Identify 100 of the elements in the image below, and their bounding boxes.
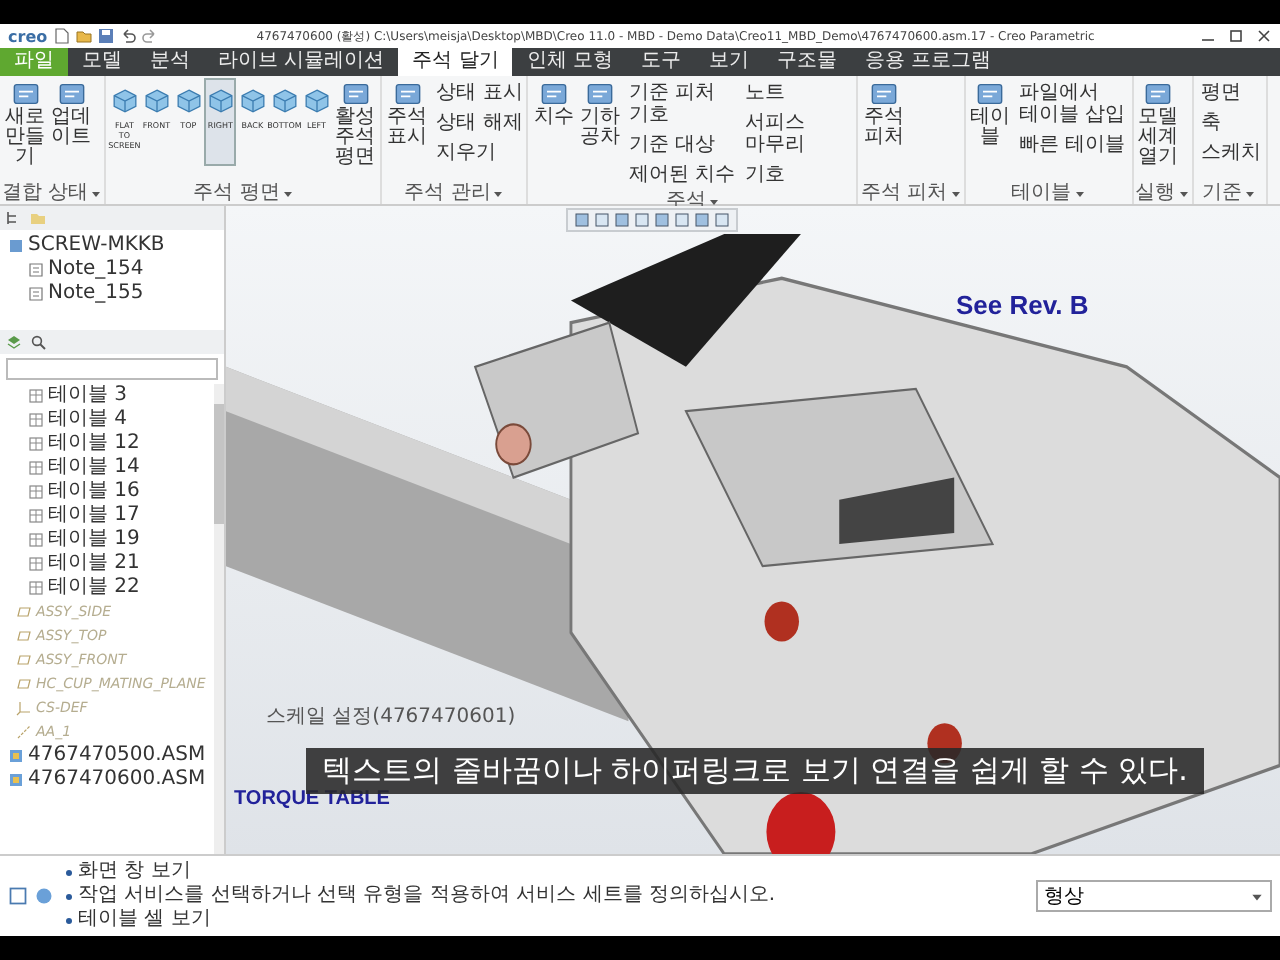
note-icon <box>28 262 44 278</box>
video-subtitle: 텍스트의 줄바꿈이나 하이퍼링크로 보기 연결을 쉽게 할 수 있다. <box>306 748 1204 794</box>
ribbon-button[interactable]: 테이블 <box>967 78 1014 150</box>
note-icon <box>28 286 44 302</box>
ribbon-small-button[interactable]: 평면 <box>1195 78 1264 108</box>
close-icon[interactable] <box>1256 28 1272 44</box>
caret-icon[interactable] <box>1244 187 1257 199</box>
tree-item[interactable]: 테이블 16 <box>0 480 214 504</box>
cube-icon <box>303 88 330 114</box>
ribbon-small-button[interactable]: 기호 <box>738 160 855 190</box>
bullet-icon <box>66 893 72 899</box>
ribbon-small-button[interactable]: 빠른 테이블 <box>1013 130 1130 160</box>
tree-item[interactable]: 테이블 21 <box>0 552 214 576</box>
part-icon <box>8 238 24 254</box>
bullet-icon <box>66 869 72 875</box>
ribbon-small-button[interactable]: 상태 해제 <box>430 108 525 138</box>
caret-icon[interactable] <box>281 187 294 199</box>
axis-icon <box>16 724 32 740</box>
ribbon-tab[interactable]: 응용 프로그램 <box>851 48 1006 76</box>
table-icon <box>28 556 44 572</box>
tree-item[interactable]: 테이블 19 <box>0 528 214 552</box>
ribbon-button[interactable]: 주석 표시 <box>384 78 431 150</box>
ribbon-group-label: 주석 관리 <box>404 182 491 204</box>
tree-item[interactable]: Note_155 <box>48 282 144 306</box>
scale-note: 스케일 설정(4767470601) <box>266 704 516 730</box>
caret-icon[interactable] <box>949 187 962 199</box>
cube-icon <box>207 88 234 114</box>
new-file-icon[interactable] <box>53 28 70 44</box>
caret-icon[interactable] <box>492 187 505 199</box>
undo-icon[interactable] <box>119 28 136 44</box>
ribbon-group-label: 주석 평면 <box>193 182 280 204</box>
tree-item[interactable]: 테이블 14 <box>0 456 214 480</box>
status-message: 작업 서비스를 선택하거나 선택 유형을 적용하여 서비스 세트를 정의하십시오. <box>78 884 776 908</box>
search-icon[interactable] <box>30 334 46 350</box>
ribbon-tab[interactable]: 인체 모형 <box>512 48 628 76</box>
ribbon-button[interactable]: 주석 피처 <box>860 78 907 150</box>
callout-note[interactable]: See Rev. B <box>956 290 1089 320</box>
ribbon-small-button[interactable]: 기준 피처 기호 <box>622 78 739 130</box>
ribbon-tab[interactable]: 보기 <box>695 48 764 76</box>
selection-filter-dropdown[interactable]: 형상 <box>1036 880 1272 912</box>
ribbon-group-label: 테이블 <box>1011 182 1072 204</box>
window-icon[interactable] <box>8 886 28 906</box>
ribbon-small-button[interactable]: 상태 표시 <box>430 78 525 108</box>
filter-field[interactable] <box>6 358 218 380</box>
ribbon-small-button[interactable]: 파일에서 테이블 삽입 <box>1013 78 1130 130</box>
maximize-icon[interactable] <box>1228 28 1244 44</box>
table-title: TORQUE TABLE <box>234 788 390 810</box>
cube-icon <box>239 88 266 114</box>
cube-icon <box>175 88 202 114</box>
cube-icon <box>111 88 138 114</box>
tree-item[interactable]: SCREW-MKKB <box>28 234 165 258</box>
tree-item[interactable]: 테이블 3 <box>0 384 214 408</box>
ribbon-button[interactable]: 새로 만들기 <box>2 78 48 170</box>
ribbon-tab[interactable]: 모델 <box>68 48 136 76</box>
ribbon-button[interactable]: 활성 주석 평면 <box>332 78 379 170</box>
ribbon-button[interactable]: 치수 <box>530 78 577 130</box>
folder-icon[interactable] <box>75 28 92 44</box>
tree-item[interactable]: 테이블 4 <box>0 408 214 432</box>
table-icon <box>28 484 44 500</box>
tree-item[interactable]: Note_154 <box>48 258 144 282</box>
table-icon <box>28 580 44 596</box>
ribbon-small-button[interactable]: 기준 대상 <box>622 130 739 160</box>
ribbon-group-label: 결합 상태 <box>2 182 89 204</box>
ribbon-small-button[interactable]: 노트 <box>738 78 855 108</box>
ribbon-small-button[interactable]: 지우기 <box>430 138 525 168</box>
tree-item[interactable]: 테이블 17 <box>0 504 214 528</box>
status-message: 테이블 셀 보기 <box>78 908 211 932</box>
caret-icon[interactable] <box>1073 187 1086 199</box>
axes-icon <box>16 700 32 716</box>
tree-item[interactable]: 4767470600.ASM <box>0 768 214 792</box>
tree-item[interactable]: 테이블 12 <box>0 432 214 456</box>
ribbon-tab[interactable]: 구조물 <box>763 48 852 76</box>
app-logo: creo <box>8 27 48 45</box>
ribbon-tab[interactable]: 분석 <box>136 48 204 76</box>
ribbon-small-button[interactable]: 스케치 <box>1195 138 1264 168</box>
status-message: 화면 창 보기 <box>78 860 191 884</box>
table-icon <box>28 412 44 428</box>
ribbon-small-button[interactable]: 서피스 마무리 <box>738 108 855 160</box>
ribbon-button[interactable]: 기하 공차 <box>576 78 623 150</box>
ribbon-button[interactable]: 업데이트 <box>48 78 94 150</box>
tree-icon[interactable] <box>6 210 22 226</box>
ribbon-tab[interactable]: 라이브 시뮬레이션 <box>204 48 399 76</box>
cube-icon <box>271 88 298 114</box>
ribbon-small-button[interactable]: 제어된 치수 <box>622 160 739 190</box>
ribbon-tab[interactable]: 주석 달기 <box>398 48 513 76</box>
ribbon-group-label: 주석 피처 <box>860 182 948 204</box>
bullet-icon <box>66 917 72 923</box>
layers-icon[interactable] <box>6 334 22 350</box>
cube-icon <box>143 88 170 114</box>
table-icon <box>28 388 44 404</box>
ribbon-button[interactable]: 모델 세계 열기 <box>1135 78 1182 170</box>
table-icon <box>28 508 44 524</box>
save-icon[interactable] <box>97 28 114 44</box>
table-icon <box>28 460 44 476</box>
ribbon-small-button[interactable]: 축 <box>1195 108 1264 138</box>
caret-icon[interactable] <box>1177 187 1190 199</box>
caret-icon[interactable] <box>90 187 103 199</box>
ribbon-tab[interactable]: 도구 <box>627 48 696 76</box>
tree-item[interactable]: 4767470500.ASM <box>0 744 214 768</box>
tree-item[interactable]: 테이블 22 <box>0 576 214 600</box>
